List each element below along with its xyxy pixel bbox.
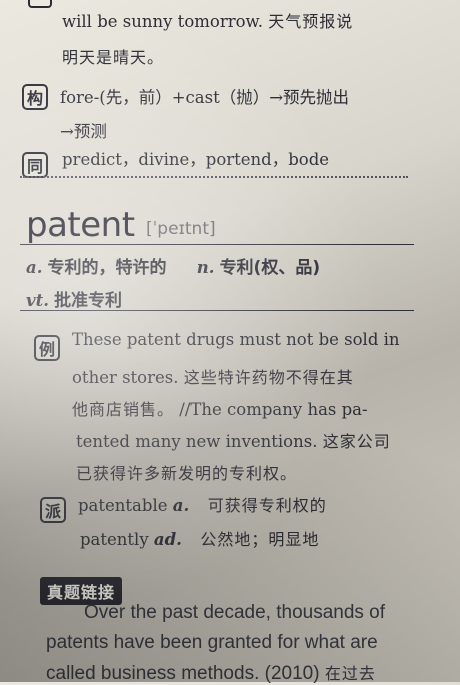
- li-line3-en: //The company has pa-: [179, 400, 368, 419]
- passage-line3-zh: 在过去: [324, 664, 376, 683]
- top-line1-zh: 天气预报说: [268, 12, 354, 31]
- tong-icon: 同: [22, 152, 48, 178]
- pai-line-2: patently ad. 公然地；明显地: [80, 526, 319, 550]
- gou-line-2: →预测: [60, 122, 107, 141]
- section-divider: [20, 176, 408, 178]
- gou-line-1: fore-(先，前）+cast（抛）→预先抛出: [60, 88, 350, 107]
- li-line-4: tented many new inventions. 这家公司: [76, 428, 391, 452]
- pai-line1-en: patentable: [78, 496, 168, 515]
- pai-line1-pos: a.: [172, 496, 190, 515]
- li-line-3: 他商店销售。 //The company has pa-: [72, 396, 368, 420]
- pos-vt: vt.: [26, 291, 49, 310]
- li-line-2: other stores. 这些特许药物不得在其: [72, 364, 354, 388]
- passage-line-1: Over the past decade, thousands of: [84, 602, 386, 623]
- phonetic: [ˈpeɪtnt]: [146, 219, 216, 239]
- sense-vt: 批准专利: [54, 291, 123, 311]
- pai-line2-pos: ad.: [153, 530, 182, 549]
- sense-a: 专利的，特许的: [47, 258, 167, 278]
- passage-line3-en: called business methods. (2010): [46, 663, 320, 684]
- li-line3-zh: 他商店销售。: [72, 400, 175, 419]
- li-line4-en: tented many new inventions.: [76, 432, 318, 451]
- passage-line-2: patents have been granted for what are: [46, 632, 378, 653]
- sense-rule: [20, 310, 414, 311]
- li-line-1: These patent drugs must not be sold in: [72, 330, 400, 349]
- passage-line-3: called business methods. (2010) 在过去: [46, 660, 376, 685]
- li-line2-zh: 这些特许药物不得在其: [183, 368, 354, 387]
- pai-line2-zh: 公然地；明显地: [200, 530, 320, 549]
- li-icon: 例: [34, 335, 60, 361]
- li-line4-zh: 这家公司: [322, 432, 391, 451]
- example-icon-cut: [28, 0, 52, 8]
- headword: patent: [26, 205, 135, 245]
- li-line-5: 已获得许多新发明的专利权。: [76, 464, 298, 483]
- sense-line-1: a. 专利的，特许的 n. 专利(权、品): [26, 253, 320, 278]
- pos-n: n.: [196, 258, 215, 277]
- gou-icon: 构: [22, 84, 48, 110]
- sense-n: 专利(权、品): [219, 258, 321, 278]
- pai-line1-zh: 可获得专利权的: [207, 496, 327, 515]
- pos-a: a.: [26, 258, 43, 277]
- top-line1-en: will be sunny tomorrow.: [62, 12, 263, 31]
- tong-text: predict，divine，portend，bode: [62, 150, 330, 169]
- headword-rule: [20, 244, 414, 245]
- top-line-2: 明天是晴天。: [62, 48, 165, 67]
- pai-line2-en: patently: [80, 530, 149, 549]
- exam-link-badge: 真题链接: [40, 577, 123, 605]
- top-line-1: will be sunny tomorrow. 天气预报说: [62, 8, 353, 32]
- pai-icon: 派: [40, 497, 66, 523]
- sense-line-2: vt. 批准专利: [26, 286, 122, 311]
- pai-line-1: patentable a. 可获得专利权的: [78, 492, 327, 516]
- li-line2-en: other stores.: [72, 368, 179, 387]
